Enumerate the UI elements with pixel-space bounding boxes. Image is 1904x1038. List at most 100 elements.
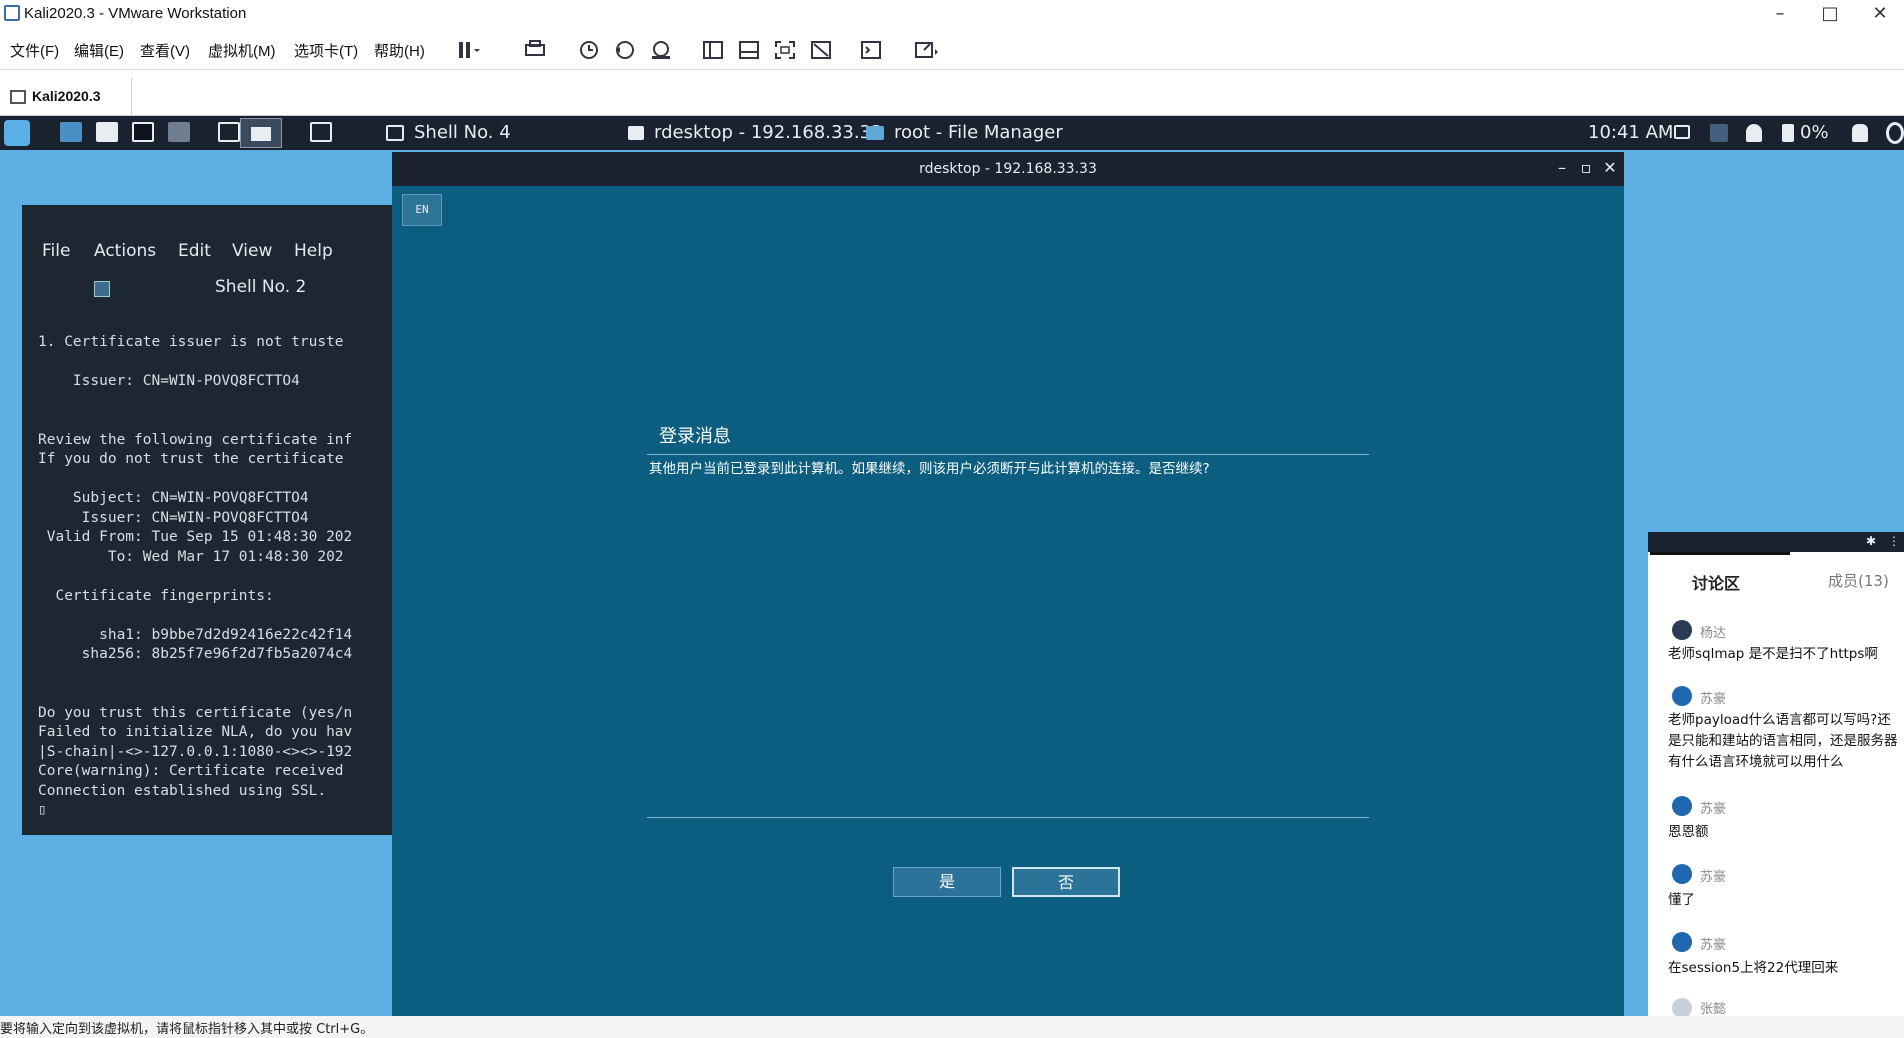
shell-menu-view[interactable]: View [232, 241, 272, 261]
stretch-view-icon[interactable] [912, 38, 938, 62]
shell-tab-icon [94, 281, 110, 297]
taskbar-item-rdesktop[interactable]: rdesktop - 192.168.33.33 [654, 122, 883, 143]
menu-help[interactable]: 帮助(H) [374, 40, 425, 61]
taskbar-item-shell[interactable]: Shell No. 4 [414, 122, 511, 143]
terminal-line: Certificate fingerprints: [38, 587, 274, 604]
menu-view[interactable]: 查看(V) [140, 40, 190, 61]
message-text: 在session5上将22代理回来 [1668, 960, 1839, 976]
tab-discussion[interactable]: 讨论区 [1692, 570, 1740, 594]
rdesktop-minimize-button[interactable]: – [1552, 158, 1572, 178]
pin-icon[interactable]: ✱ [1866, 534, 1876, 548]
rdesktop-maximize-button[interactable]: ▫ [1576, 158, 1596, 178]
workspace-1-icon[interactable] [218, 122, 240, 142]
shell-tab-title[interactable]: Shell No. 2 [215, 277, 306, 297]
snapshot-manager-icon[interactable] [648, 38, 674, 62]
panel-topbar: ✱ ⋮ [1648, 532, 1904, 552]
rdesktop-close-button[interactable]: ✕ [1600, 158, 1620, 178]
message-text: 懂了 [1668, 892, 1695, 908]
active-tab-underline [1650, 552, 1790, 555]
vm-tab[interactable]: Kali2020.3 [0, 78, 132, 116]
menu-file[interactable]: 文件(F) [10, 40, 59, 61]
message-user: 杨达 [1700, 626, 1727, 641]
shell-menu-help[interactable]: Help [294, 241, 333, 261]
vmware-app-icon [4, 5, 20, 21]
dialog-message: 其他用户当前已登录到此计算机。如果继续，则该用户必须断开与此计算机的连接。是否继… [649, 461, 1210, 477]
status-text: 要将输入定向到该虚拟机，请将鼠标指针移入其中或按 Ctrl+G。 [0, 1022, 374, 1037]
thumbnail-bar-icon[interactable] [736, 38, 762, 62]
fullscreen-icon[interactable] [772, 38, 798, 62]
pause-icon[interactable] [454, 38, 480, 62]
message-text: 老师sqlmap 是不是扫不了https啊 [1668, 646, 1878, 662]
terminal-line: Failed to initialize NLA, do you hav [38, 724, 353, 740]
avatar [1672, 932, 1692, 952]
dialog-title: 登录消息 [659, 426, 731, 447]
taskbar-item-file-manager[interactable]: root - File Manager [894, 122, 1063, 143]
workspace-2-icon [251, 127, 271, 141]
snapshot-icon[interactable] [576, 38, 602, 62]
rdesktop-window[interactable]: rdesktop - 192.168.33.33 – ▫ ✕ EN 登录消息 其… [392, 152, 1624, 1016]
tab-members[interactable]: 成员(13) [1828, 570, 1889, 591]
shell-window-icon [386, 125, 404, 141]
maximize-button[interactable]: □ [1810, 2, 1850, 26]
sidebar-toggle-icon[interactable] [700, 38, 726, 62]
terminal-icon[interactable] [132, 122, 154, 142]
shell-menu-edit[interactable]: Edit [178, 241, 211, 261]
revert-snapshot-icon[interactable] [612, 38, 638, 62]
clock[interactable]: 10:41 AM [1588, 122, 1673, 143]
minimize-button[interactable]: – [1760, 2, 1800, 26]
lock-icon[interactable] [1852, 124, 1868, 142]
battery-percent: 0% [1800, 122, 1829, 143]
terminal-line: Issuer: CN=WIN-POVQ8FCTTO4 [38, 373, 300, 389]
console-view-icon[interactable] [858, 38, 884, 62]
terminal-line: Core(warning): Certificate received [38, 763, 344, 779]
terminal-line: Subject: CN=WIN-POVQ8FCTTO4 [38, 490, 309, 506]
workspace-2-button[interactable] [240, 118, 282, 148]
file-manager-icon[interactable] [96, 122, 118, 142]
menu-edit[interactable]: 编辑(E) [74, 40, 124, 61]
message-user: 苏豪 [1700, 692, 1727, 707]
terminal-line: Issuer: CN=WIN-POVQ8FCTTO4 [38, 509, 309, 526]
avatar [1672, 620, 1692, 640]
no-button[interactable]: 否 [1012, 867, 1120, 897]
volume-icon[interactable] [1710, 124, 1728, 142]
shell-menu-actions[interactable]: Actions [94, 241, 156, 261]
avatar [1672, 686, 1692, 706]
workspace-3-icon[interactable] [310, 122, 332, 142]
dialog-divider-top [647, 454, 1369, 455]
battery-icon[interactable] [1782, 124, 1794, 142]
avatar [1672, 998, 1692, 1018]
terminal-output[interactable]: 1. Certificate issuer is not truste Issu… [38, 333, 388, 821]
unity-icon[interactable] [808, 38, 834, 62]
display-icon[interactable] [1674, 125, 1690, 139]
close-button[interactable]: ✕ [1860, 2, 1900, 26]
vmware-statusbar: 要将输入定向到该虚拟机，请将鼠标指针移入其中或按 Ctrl+G。 [0, 1016, 1904, 1038]
folder-icon [866, 126, 884, 140]
browser-icon[interactable] [168, 122, 190, 142]
vm-tab-icon [10, 90, 26, 104]
yes-button[interactable]: 是 [893, 867, 1001, 897]
send-keys-icon[interactable] [522, 38, 548, 62]
vmware-titlebar: Kali2020.3 - VMware Workstation – □ ✕ [0, 0, 1904, 30]
more-options-icon[interactable]: ⋮ [1888, 534, 1900, 548]
kali-menu-icon[interactable] [4, 120, 30, 146]
power-icon[interactable] [1886, 122, 1904, 144]
shell-window[interactable]: File Actions Edit View Help Shell No. 2 … [22, 205, 392, 835]
message-text: 老师payload什么语言都可以写吗?还是只能和建站的语言相同，还是服务器有什么… [1668, 712, 1898, 770]
terminal-line: Do you trust this certificate (yes/n [38, 704, 353, 721]
kali-taskbar: Shell No. 4 rdesktop - 192.168.33.33 roo… [0, 116, 1904, 150]
terminal-line: ▯ [38, 802, 47, 818]
menu-vm[interactable]: 虚拟机(M) [208, 40, 276, 61]
rdesktop-titlebar: rdesktop - 192.168.33.33 – ▫ ✕ [392, 152, 1624, 186]
shell-menu-file[interactable]: File [42, 241, 70, 261]
language-indicator[interactable]: EN [402, 194, 442, 226]
message-text: 恩恩额 [1668, 824, 1709, 840]
vmware-menubar: 文件(F) 编辑(E) 查看(V) 虚拟机(M) 选项卡(T) 帮助(H) [0, 30, 1904, 70]
notification-bell-icon[interactable] [1746, 124, 1762, 142]
menu-tabs[interactable]: 选项卡(T) [294, 40, 358, 61]
show-desktop-icon[interactable] [60, 122, 82, 142]
